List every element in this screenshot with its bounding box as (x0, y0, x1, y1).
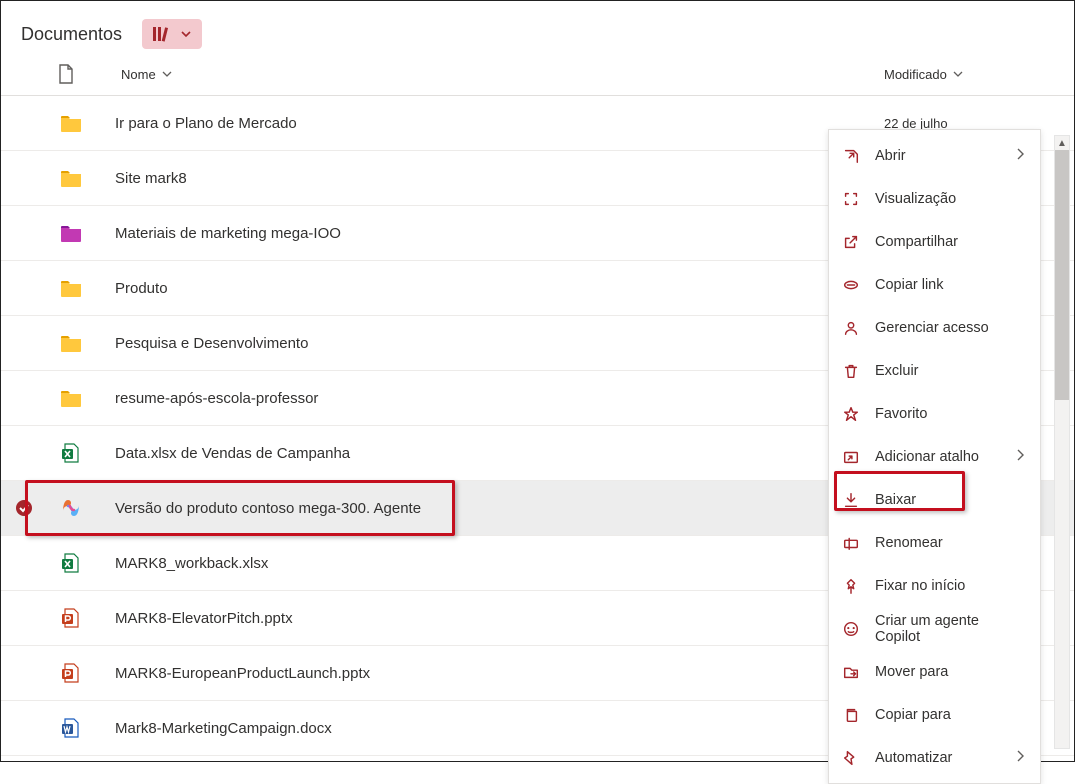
row-name[interactable]: MARK8-ElevatorPitch.pptx (95, 610, 844, 627)
folder-yellow-icon (47, 111, 95, 135)
ctx-share[interactable]: Compartilhar (829, 220, 1040, 263)
ctx-preview[interactable]: Visualização (829, 177, 1040, 220)
ctx-label: Renomear (875, 535, 1028, 551)
preview-icon (841, 189, 861, 209)
row-name[interactable]: Produto (95, 280, 844, 297)
checkmark-icon (15, 499, 33, 517)
row-selection[interactable] (1, 499, 47, 517)
link-icon (841, 275, 861, 295)
chevron-right-icon (1016, 750, 1028, 766)
ctx-shortcut[interactable]: Adicionar atalho (829, 435, 1040, 478)
column-name-label: Nome (121, 67, 156, 82)
column-modified[interactable]: Modificado (884, 67, 1074, 82)
context-menu-scrollbar[interactable]: ▲ (1054, 135, 1070, 749)
row-name[interactable]: Versão do produto contoso mega-300. Agen… (95, 500, 844, 517)
ctx-label: Mover para (875, 664, 1028, 680)
ctx-label: Abrir (875, 148, 1002, 164)
ctx-move[interactable]: Mover para (829, 650, 1040, 693)
ctx-automate[interactable]: Automatizar (829, 736, 1040, 779)
ctx-label: Excluir (875, 363, 1028, 379)
row-name[interactable]: MARK8_workback.xlsx (95, 555, 844, 572)
access-icon (841, 318, 861, 338)
chevron-right-icon (1016, 449, 1028, 465)
ctx-label: Visualização (875, 191, 1028, 207)
folder-yellow-icon (47, 276, 95, 300)
file-icon (57, 63, 75, 85)
download-icon (841, 490, 861, 510)
ctx-label: Automatizar (875, 750, 1002, 766)
rename-icon (841, 533, 861, 553)
ctx-pin[interactable]: Fixar no início (829, 564, 1040, 607)
folder-yellow-icon (47, 386, 95, 410)
excel-icon (47, 441, 95, 465)
row-name[interactable]: Ir para o Plano de Mercado (95, 115, 844, 132)
chevron-down-icon (953, 69, 963, 79)
ctx-delete[interactable]: Excluir (829, 349, 1040, 392)
column-modified-label: Modificado (884, 67, 947, 82)
context-menu: Abrir Visualização Compartilhar Copiar link… (828, 129, 1041, 784)
powerpoint-icon (47, 661, 95, 685)
ctx-access[interactable]: Gerenciar acesso (829, 306, 1040, 349)
chevron-right-icon (1016, 148, 1028, 164)
automate-icon (841, 748, 861, 768)
row-name[interactable]: MARK8-EuropeanProductLaunch.pptx (95, 665, 844, 682)
row-name[interactable]: Pesquisa e Desenvolvimento (95, 335, 844, 352)
ctx-link[interactable]: Copiar link (829, 263, 1040, 306)
ctx-favorite[interactable]: Favorito (829, 392, 1040, 435)
scrollbar-thumb[interactable] (1055, 150, 1069, 400)
library-icon (152, 25, 172, 43)
column-headers: Nome Modificado (1, 59, 1074, 96)
ctx-label: Criar um agente Copilot (875, 613, 1028, 645)
ctx-label: Favorito (875, 406, 1028, 422)
copy-icon (841, 705, 861, 725)
chevron-down-icon (180, 28, 192, 40)
ctx-label: Fixar no início (875, 578, 1028, 594)
move-icon (841, 662, 861, 682)
folder-yellow-icon (47, 331, 95, 355)
copilot-icon (47, 496, 95, 520)
share-icon (841, 232, 861, 252)
ctx-label: Baixar (875, 492, 1028, 508)
ctx-label: Copiar link (875, 277, 1028, 293)
ctx-open[interactable]: Abrir (829, 134, 1040, 177)
scroll-up-icon[interactable]: ▲ (1055, 136, 1069, 150)
chevron-down-icon (162, 69, 172, 79)
copilot-new-icon (841, 619, 861, 639)
shortcut-icon (841, 447, 861, 467)
header: Documentos (1, 1, 1074, 59)
open-icon (841, 146, 861, 166)
word-icon (47, 716, 95, 740)
row-name[interactable]: resume-após-escola-professor (95, 390, 844, 407)
favorite-icon (841, 404, 861, 424)
ctx-download[interactable]: Baixar (829, 478, 1040, 521)
ctx-rename[interactable]: Renomear (829, 521, 1040, 564)
column-type[interactable] (1, 63, 81, 85)
library-dropdown-button[interactable] (142, 19, 202, 49)
powerpoint-icon (47, 606, 95, 630)
column-name[interactable]: Nome (81, 67, 884, 82)
ctx-copilot-new[interactable]: Criar um agente Copilot (829, 607, 1040, 650)
row-name[interactable]: Site mark8 (95, 170, 844, 187)
ctx-label: Copiar para (875, 707, 1028, 723)
ctx-label: Compartilhar (875, 234, 1028, 250)
folder-magenta-icon (47, 221, 95, 245)
row-name[interactable]: Data.xlsx de Vendas de Campanha (95, 445, 844, 462)
page-title: Documentos (21, 24, 122, 45)
folder-yellow-icon (47, 166, 95, 190)
pin-icon (841, 576, 861, 596)
ctx-copy[interactable]: Copiar para (829, 693, 1040, 736)
ctx-label: Adicionar atalho (875, 449, 1002, 465)
row-name[interactable]: Materiais de marketing mega-IOO (95, 225, 844, 242)
excel-icon (47, 551, 95, 575)
row-name[interactable]: Mark8-MarketingCampaign.docx (95, 720, 844, 737)
delete-icon (841, 361, 861, 381)
ctx-label: Gerenciar acesso (875, 320, 1028, 336)
